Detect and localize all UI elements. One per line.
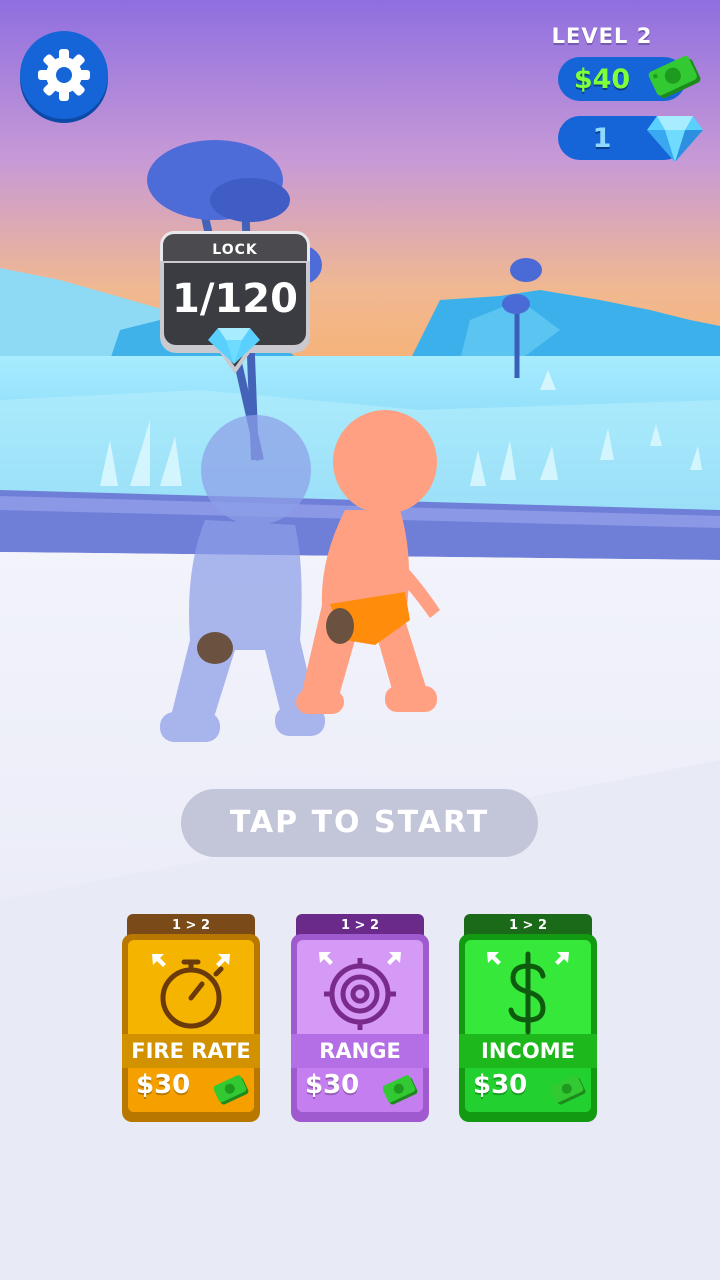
cash-icon bbox=[214, 1075, 249, 1105]
diamond-icon bbox=[208, 328, 260, 364]
upgrade-card-range[interactable]: 1 > 2 RANGE $30 bbox=[291, 914, 429, 1122]
upgrade-name: FIRE RATE bbox=[122, 1034, 260, 1068]
gem-amount: 1 bbox=[592, 122, 612, 154]
settings-button[interactable] bbox=[20, 31, 108, 119]
upgrade-price: $30 bbox=[473, 1070, 528, 1100]
lock-title: LOCK bbox=[160, 231, 310, 265]
upgrade-name: INCOME bbox=[459, 1034, 597, 1068]
cash-icon bbox=[648, 55, 701, 99]
target-icon bbox=[319, 952, 401, 1030]
gear-icon bbox=[38, 49, 90, 101]
upgrade-price: $30 bbox=[136, 1070, 191, 1100]
stopwatch-icon bbox=[152, 954, 230, 1029]
upgrade-name: RANGE bbox=[291, 1034, 429, 1068]
upgrade-card-income[interactable]: 1 > 2 INCOME $30 bbox=[459, 914, 597, 1122]
diamond-icon bbox=[647, 116, 703, 162]
cash-icon bbox=[383, 1075, 418, 1105]
upgrade-card-fire-rate[interactable]: 1 > 2 FIRE RATE $30 bbox=[122, 914, 260, 1122]
cash-icon bbox=[551, 1075, 586, 1105]
dollar-icon bbox=[487, 951, 569, 1035]
level-label: LEVEL 2 bbox=[551, 24, 653, 48]
upgrade-price: $30 bbox=[305, 1070, 360, 1100]
tap-to-start-button[interactable]: TAP TO START bbox=[181, 789, 538, 857]
cash-amount: $40 bbox=[573, 63, 631, 95]
